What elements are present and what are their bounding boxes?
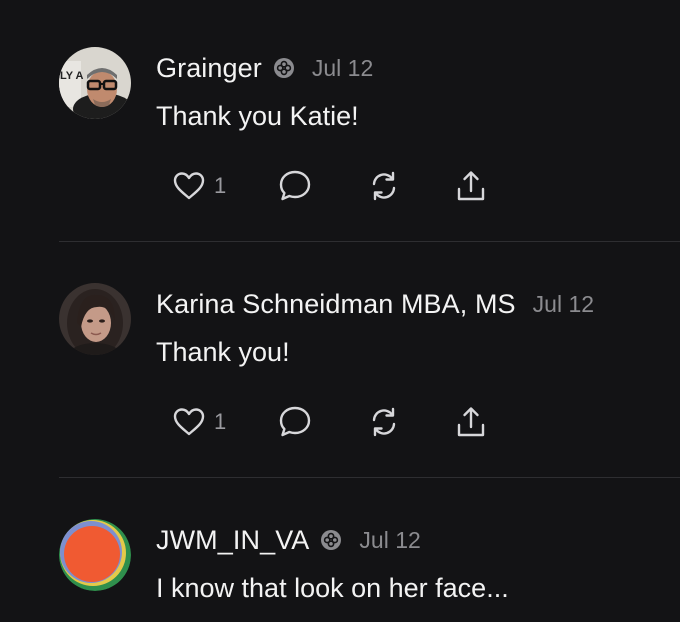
author-name[interactable]: Grainger bbox=[156, 53, 262, 84]
share-icon bbox=[457, 171, 485, 201]
comment-date[interactable]: Jul 12 bbox=[312, 55, 373, 82]
comment-actions: 1 bbox=[156, 402, 496, 442]
man-with-glasses-avatar: LY A bbox=[59, 47, 131, 119]
avatar[interactable] bbox=[59, 283, 131, 355]
divider bbox=[59, 241, 680, 242]
comment-actions: 1 bbox=[156, 166, 496, 206]
reply-button[interactable] bbox=[277, 402, 313, 442]
avatar-sign-text: LY A bbox=[60, 70, 83, 82]
like-count: 1 bbox=[214, 173, 227, 198]
share-icon bbox=[457, 407, 485, 437]
comment-text: Thank you Katie! bbox=[156, 101, 359, 131]
restack-button[interactable] bbox=[366, 166, 402, 206]
avatar[interactable]: LY A bbox=[59, 47, 131, 119]
reply-button[interactable] bbox=[277, 166, 313, 206]
share-button[interactable] bbox=[453, 402, 489, 442]
heart-icon bbox=[173, 408, 205, 436]
share-button[interactable] bbox=[453, 166, 489, 206]
comment-text: I know that look on her face... bbox=[156, 573, 509, 603]
comment-header: JWM_IN_VA Jul 12 bbox=[156, 522, 421, 558]
restack-icon bbox=[372, 407, 396, 437]
like-count: 1 bbox=[214, 409, 227, 434]
like-button[interactable]: 1 bbox=[172, 402, 226, 442]
author-name[interactable]: Karina Schneidman MBA, MS bbox=[156, 289, 516, 320]
orange-circle-avatar bbox=[59, 519, 131, 591]
avatar[interactable] bbox=[59, 519, 131, 591]
comment-text: Thank you! bbox=[156, 337, 290, 367]
speech-bubble-icon bbox=[279, 406, 311, 437]
speech-bubble-icon bbox=[279, 170, 311, 201]
comment-header: Karina Schneidman MBA, MS Jul 12 bbox=[156, 286, 594, 322]
comment-date[interactable]: Jul 12 bbox=[359, 527, 420, 554]
verified-badge-icon bbox=[320, 529, 342, 551]
verified-badge-icon bbox=[273, 57, 295, 79]
divider bbox=[59, 477, 680, 478]
restack-icon bbox=[372, 171, 396, 201]
restack-button[interactable] bbox=[366, 402, 402, 442]
comment-header: Grainger Jul 12 bbox=[156, 50, 373, 86]
like-button[interactable]: 1 bbox=[172, 166, 226, 206]
heart-icon bbox=[173, 172, 205, 200]
comment-date[interactable]: Jul 12 bbox=[533, 291, 594, 318]
author-name[interactable]: JWM_IN_VA bbox=[156, 525, 309, 556]
woman-portrait-avatar bbox=[59, 283, 131, 355]
